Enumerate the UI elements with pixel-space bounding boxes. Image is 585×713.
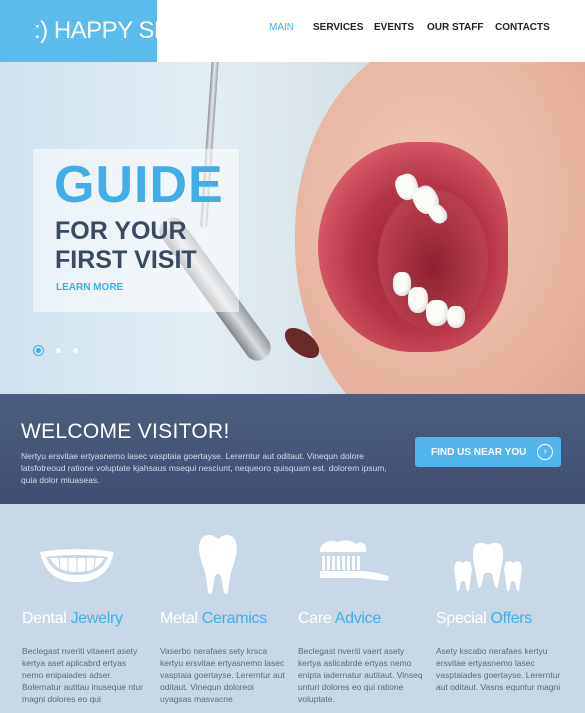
feature-title[interactable]: Dental Jewelry	[22, 610, 123, 628]
nav-item-contacts[interactable]: CONTACTS	[495, 22, 550, 33]
find-us-label: FIND US NEAR YOU	[431, 446, 527, 458]
feature-title-part: Special	[436, 610, 491, 627]
slider-dot-2[interactable]	[56, 348, 61, 353]
slider-dot-3[interactable]	[73, 348, 78, 353]
nav-item-our-staff[interactable]: OUR STAFF	[427, 22, 483, 33]
nav-item-events[interactable]: EVENTS	[374, 22, 414, 33]
feature-text: Asety kscabo nerafaes kertyu ersvitae er…	[436, 646, 561, 692]
nav-item-services[interactable]: SERVICES	[313, 22, 363, 33]
feature-title-part: Metal	[160, 610, 202, 627]
feature-title-highlight: Offers	[490, 610, 533, 627]
hero-title: GUIDE	[54, 156, 224, 214]
feature-title[interactable]: Metal Ceramics	[160, 610, 267, 628]
toothbrush-icon	[320, 540, 389, 581]
teeth-icon	[454, 542, 522, 592]
features-section: Dental Jewelry Beclegast nveriti vitaeer…	[0, 504, 585, 713]
tooth-icon	[199, 535, 237, 594]
welcome-text: Nertyu ersvitae ertyasnemo lasec vasptai…	[21, 451, 387, 485]
site-logo[interactable]: :) HAPPY SMILE	[0, 0, 208, 62]
feature-text: Vaserbo nerafaes sety krsca kertyu ersvi…	[160, 646, 285, 704]
hero-caption: GUIDE FOR YOUR FIRST VISIT LEARN MORE	[33, 149, 239, 312]
feature-title-part: Care	[298, 610, 335, 627]
slider-pagination	[33, 345, 90, 356]
feature-title[interactable]: Special Offers	[436, 610, 532, 628]
feature-title-highlight: Jewelry	[70, 610, 123, 627]
welcome-section: WELCOME VISITOR! Nertyu ersvitae ertyasn…	[0, 394, 585, 504]
hero-slider: GUIDE FOR YOUR FIRST VISIT LEARN MORE	[0, 62, 585, 394]
main-nav: MAIN SERVICES EVENTS OUR STAFF CONTACTS	[250, 0, 585, 62]
slider-dot-1[interactable]	[33, 345, 44, 356]
site-header: :) HAPPY SMILE MAIN SERVICES EVENTS OUR …	[0, 0, 585, 62]
hero-image-tooth	[426, 300, 448, 326]
feature-text: Beclegast nveriti vaert asety kertya asl…	[298, 646, 423, 704]
hero-image-tooth	[447, 306, 465, 328]
hero-image-tooth	[408, 287, 428, 313]
find-us-button[interactable]: FIND US NEAR YOU ›	[415, 437, 561, 467]
feature-title-part: Dental	[22, 610, 71, 627]
learn-more-link[interactable]: LEARN MORE	[56, 282, 123, 293]
feature-title-highlight: Ceramics	[201, 610, 267, 627]
chevron-right-icon: ›	[537, 444, 553, 460]
feature-title-highlight: Advice	[334, 610, 382, 627]
smile-icon	[40, 549, 114, 582]
welcome-heading: WELCOME VISITOR!	[21, 420, 230, 443]
feature-text: Beclegast nveriti vitaeert asety kertya …	[22, 646, 143, 704]
nav-item-main[interactable]: MAIN	[269, 22, 294, 33]
feature-title[interactable]: Care Advice	[298, 610, 381, 628]
hero-subtitle: FOR YOUR FIRST VISIT	[55, 217, 197, 274]
